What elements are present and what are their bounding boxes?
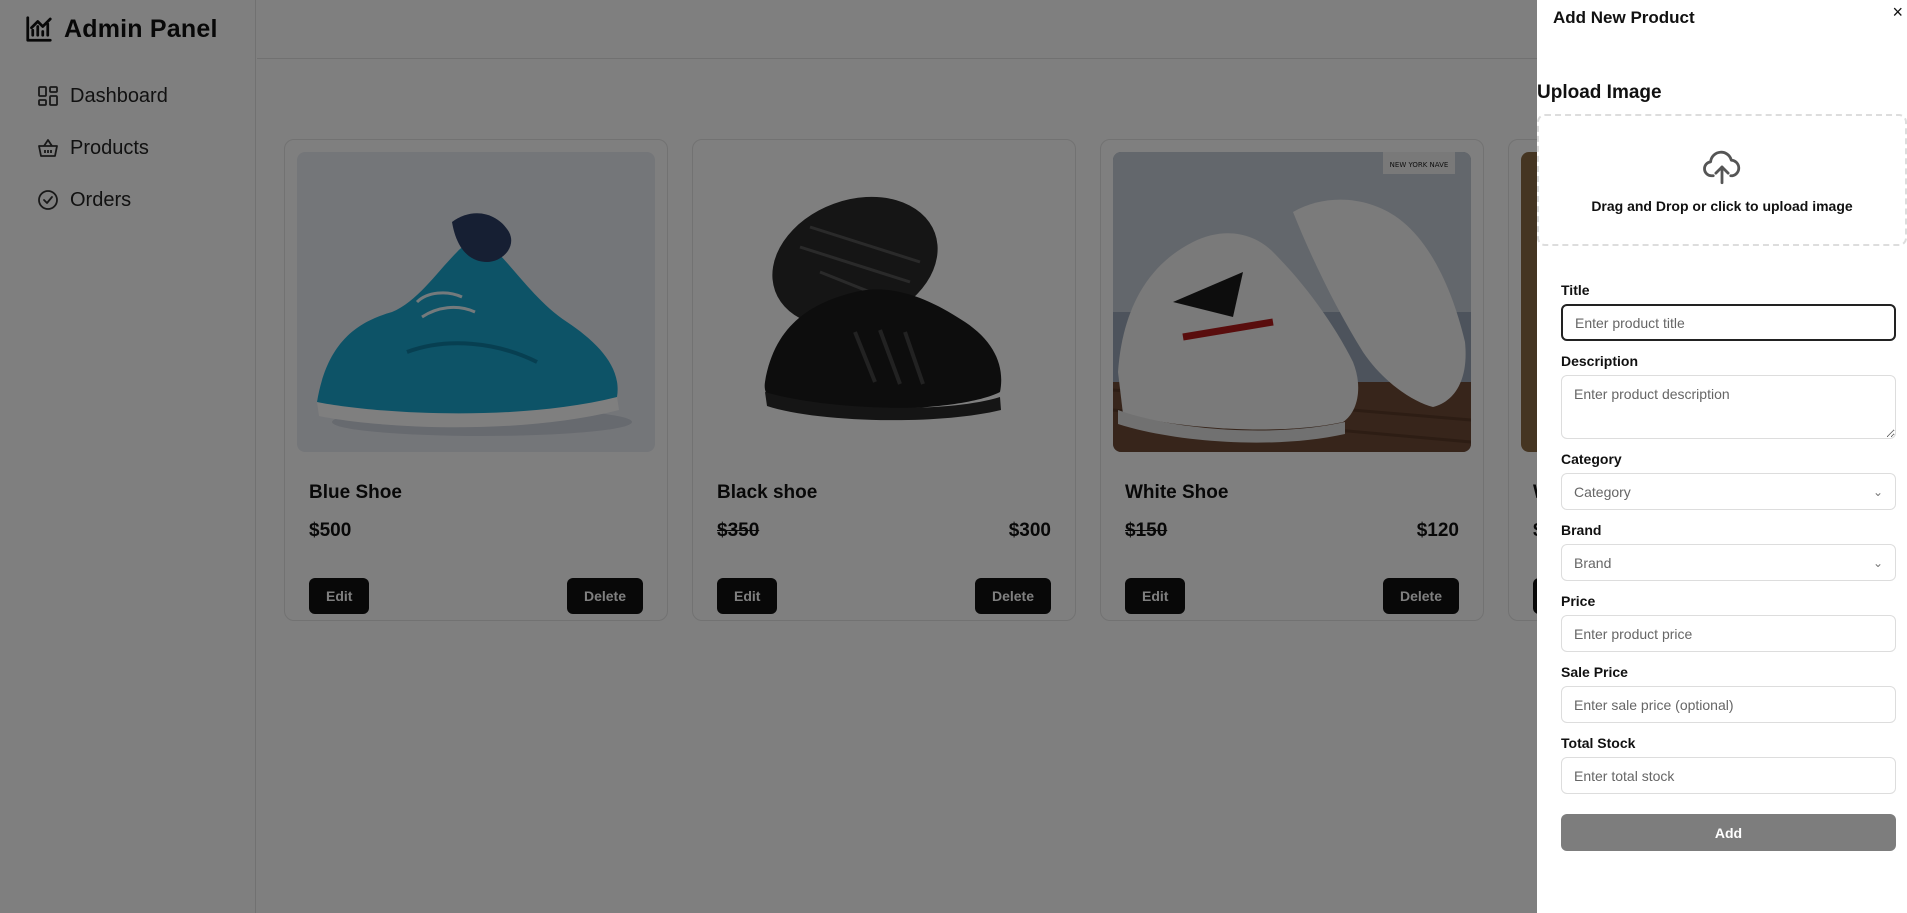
brand-select-value: Brand bbox=[1574, 554, 1612, 571]
brand-select[interactable]: Brand ⌄ bbox=[1561, 544, 1896, 581]
chevron-down-icon: ⌄ bbox=[1872, 484, 1883, 499]
title-input[interactable] bbox=[1561, 304, 1896, 341]
add-button[interactable]: Add bbox=[1561, 814, 1896, 851]
category-select[interactable]: Category ⌄ bbox=[1561, 473, 1896, 510]
add-product-drawer: Add New Product × Upload Image Drag and … bbox=[1537, 0, 1907, 913]
total-stock-input[interactable] bbox=[1561, 757, 1896, 794]
modal-overlay[interactable] bbox=[0, 0, 1537, 913]
cloud-upload-icon bbox=[1703, 150, 1741, 185]
upload-image-label: Upload Image bbox=[1537, 82, 1662, 103]
title-label: Title bbox=[1561, 282, 1590, 298]
description-textarea[interactable] bbox=[1561, 375, 1896, 439]
sale-price-input[interactable] bbox=[1561, 686, 1896, 723]
add-product-form: Title Description Category Category ⌄ Br… bbox=[1561, 282, 1896, 851]
sale-price-label: Sale Price bbox=[1561, 664, 1628, 680]
category-label: Category bbox=[1561, 451, 1622, 467]
dropzone-text: Drag and Drop or click to upload image bbox=[1591, 198, 1853, 214]
brand-label: Brand bbox=[1561, 522, 1602, 538]
image-dropzone[interactable]: Drag and Drop or click to upload image bbox=[1537, 114, 1907, 246]
chevron-down-icon: ⌄ bbox=[1872, 555, 1883, 570]
category-select-value: Category bbox=[1574, 483, 1631, 500]
price-label: Price bbox=[1561, 593, 1596, 609]
total-stock-label: Total Stock bbox=[1561, 735, 1636, 751]
price-input[interactable] bbox=[1561, 615, 1896, 652]
close-icon[interactable]: × bbox=[1892, 2, 1903, 23]
drawer-title: Add New Product bbox=[1553, 8, 1695, 27]
description-label: Description bbox=[1561, 353, 1639, 369]
